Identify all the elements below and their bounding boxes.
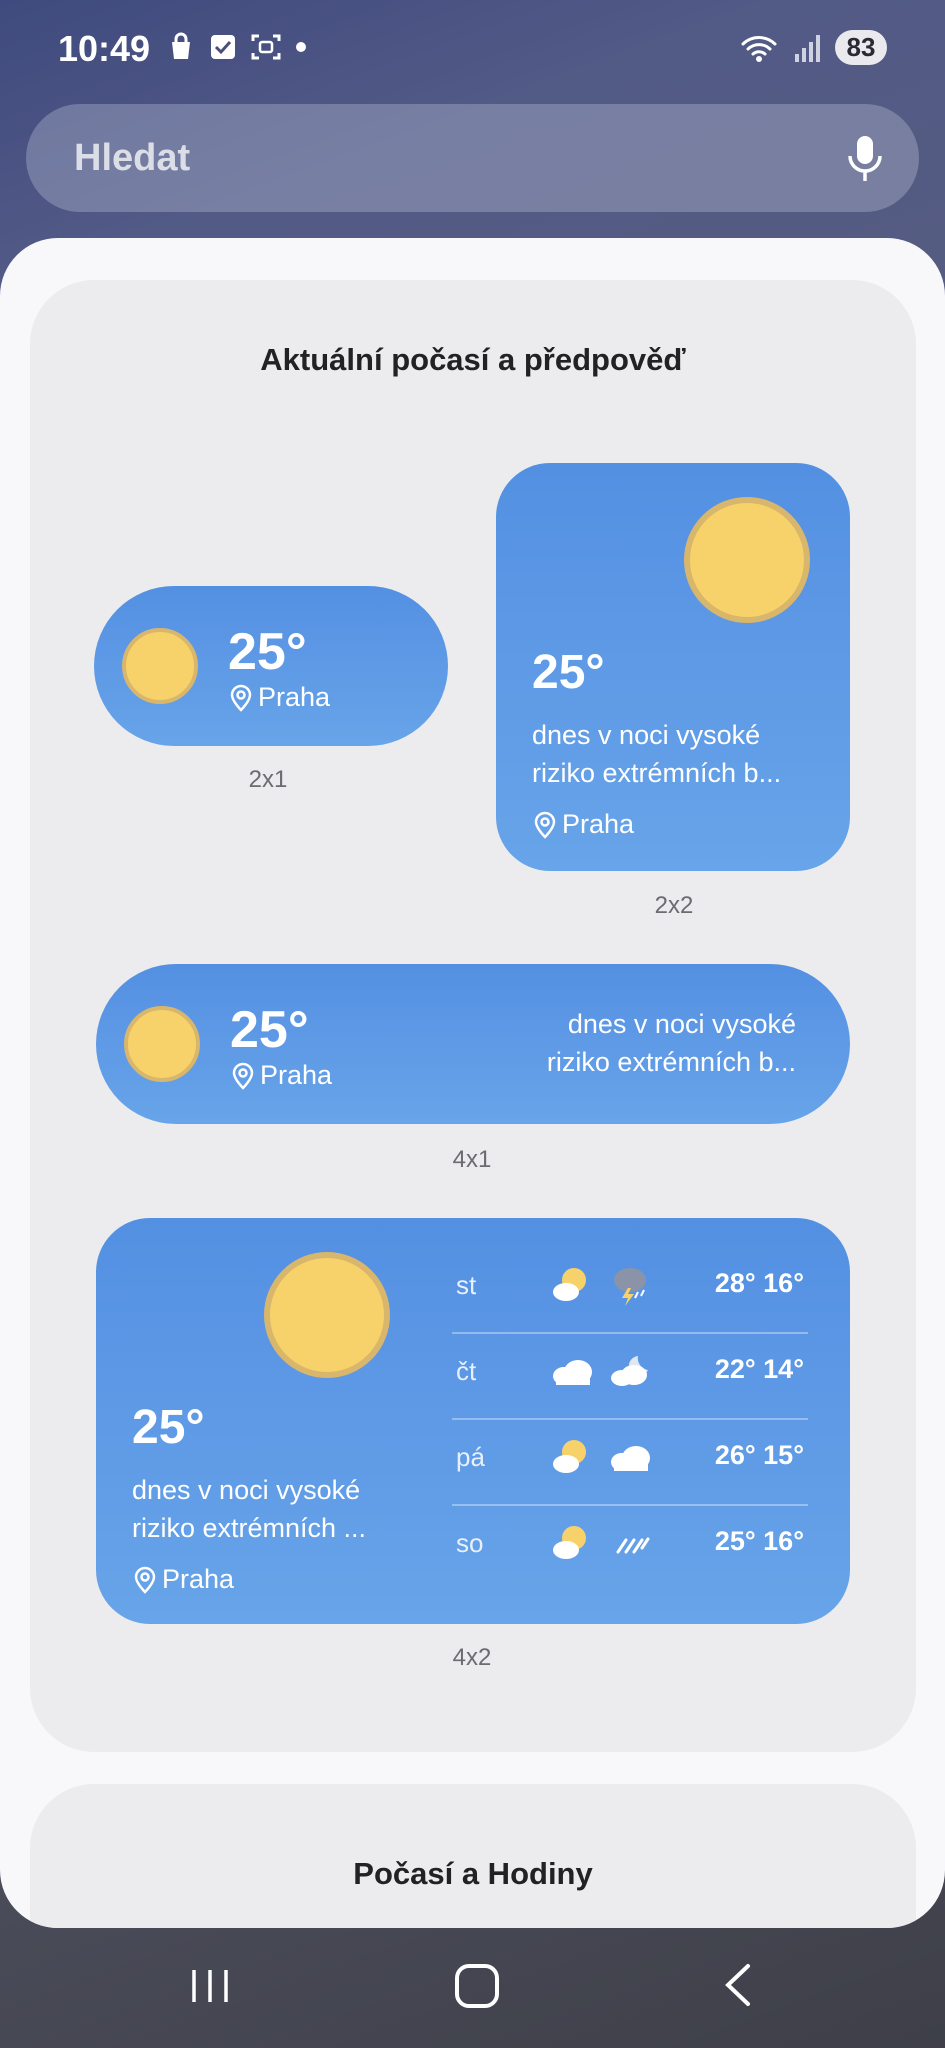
forecast-row: pá 26° 15° — [452, 1418, 808, 1504]
widget-2x2[interactable]: 25° dnes v noci vysoké riziko extrémních… — [496, 463, 850, 871]
description-line-1: dnes v noci vysoké — [567, 1009, 796, 1039]
widget-4x1[interactable]: 25° Praha dnes v noci vysoké riziko extr… — [96, 964, 850, 1124]
cloud-icon — [611, 1446, 650, 1471]
widget-description: dnes v noci vysoké riziko extrémních b..… — [532, 717, 781, 793]
forecast-day: pá — [456, 1442, 485, 1472]
forecast-row: so 25° 16° — [452, 1504, 808, 1590]
partly-sunny-icon — [553, 1440, 586, 1473]
location-label: Praha — [162, 1564, 235, 1594]
widget-4x2[interactable]: 25° dnes v noci vysoké riziko extrémních… — [96, 1218, 850, 1624]
screenshot-icon — [251, 34, 281, 60]
forecast-temperatures: 28° 16° — [714, 1268, 804, 1298]
cloud-icon — [553, 1360, 592, 1385]
forecast-day: st — [456, 1270, 477, 1300]
search-bar[interactable]: Hledat — [26, 104, 919, 212]
cloudy-night-icon — [611, 1356, 648, 1386]
widget-description: dnes v noci vysoké riziko extrémních ... — [132, 1472, 366, 1548]
forecast-temperatures: 22° 14° — [714, 1354, 804, 1384]
rain-icon — [616, 1537, 650, 1554]
sun-icon — [124, 1006, 200, 1082]
wifi-icon — [741, 35, 777, 62]
section-title: Počasí a Hodiny — [353, 1856, 593, 1891]
status-notification-icons — [166, 32, 308, 62]
forecast-row: čt 22° 14° — [452, 1332, 808, 1418]
status-time: 10:49 — [58, 28, 151, 69]
widget-size-label: 4x2 — [452, 1644, 492, 1671]
weather-widgets-card: Aktuální počasí a předpověď 25° Praha 2x… — [30, 280, 916, 1752]
forecast-day: so — [456, 1528, 484, 1558]
dot-icon — [296, 42, 306, 52]
forecast-row: st 28° 16° — [452, 1246, 808, 1332]
description-line-2: riziko extrémních b... — [546, 1046, 796, 1077]
widget-location: Praha — [134, 1564, 234, 1595]
status-system-icons: 83 — [739, 30, 887, 65]
section-title: Aktuální počasí a předpověď — [260, 342, 686, 377]
battery-indicator: 83 — [835, 30, 887, 65]
widget-sheet: Aktuální počasí a předpověď 25° Praha 2x… — [0, 238, 945, 1928]
description-line-2: riziko extrémních b... — [532, 757, 782, 788]
widget-location: Praha — [230, 682, 330, 713]
description-line-1: dnes v noci vysoké — [532, 720, 761, 750]
sun-icon — [122, 628, 198, 704]
widget-size-label: 2x2 — [654, 892, 694, 919]
widget-2x1[interactable]: 25° Praha — [94, 586, 448, 746]
location-label: Praha — [260, 1060, 333, 1090]
location-label: Praha — [562, 809, 635, 839]
location-label: Praha — [258, 682, 331, 712]
sun-icon — [684, 497, 810, 623]
widget-size-label: 4x1 — [452, 1146, 492, 1173]
partly-sunny-icon — [553, 1526, 586, 1559]
location-pin-icon — [534, 811, 556, 839]
forecast-day: čt — [456, 1356, 477, 1386]
forecast-temperatures: 25° 16° — [714, 1526, 804, 1556]
widget-temperature: 25° — [228, 623, 307, 681]
home-button[interactable] — [455, 1964, 499, 2008]
widget-temperature: 25° — [230, 1001, 309, 1059]
back-button[interactable] — [718, 1960, 758, 2010]
microphone-icon[interactable] — [845, 134, 885, 184]
partly-sunny-icon — [553, 1268, 586, 1301]
shopping-bag-icon — [172, 32, 190, 59]
widget-location: Praha — [534, 809, 634, 840]
widget-location: Praha — [232, 1060, 332, 1091]
description-line-1: dnes v noci vysoké — [132, 1475, 361, 1505]
weather-clock-card[interactable]: Počasí a Hodiny — [30, 1784, 916, 1928]
widget-size-label: 2x1 — [248, 766, 288, 793]
search-placeholder: Hledat — [74, 136, 191, 179]
location-pin-icon — [232, 1062, 254, 1090]
sun-icon — [264, 1252, 390, 1378]
description-line-2: riziko extrémních ... — [132, 1512, 367, 1543]
signal-icon — [795, 34, 820, 62]
recents-button[interactable] — [190, 1966, 230, 2006]
widget-temperature: 25° — [132, 1401, 205, 1454]
location-pin-icon — [134, 1566, 156, 1594]
widget-description: dnes v noci vysoké riziko extrémních b..… — [547, 1006, 796, 1082]
forecast-temperatures: 26° 15° — [714, 1440, 804, 1470]
location-pin-icon — [230, 684, 252, 712]
widget-temperature: 25° — [532, 646, 605, 699]
checkbox-icon — [211, 35, 235, 59]
thunderstorm-icon — [614, 1268, 646, 1306]
